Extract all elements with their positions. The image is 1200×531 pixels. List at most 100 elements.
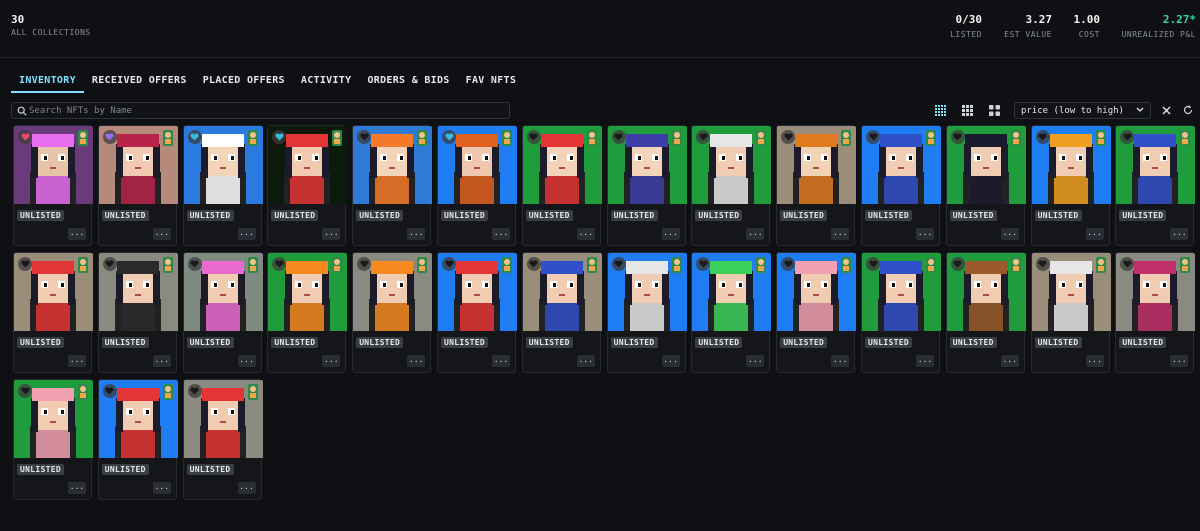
favorite-heart-icon[interactable]	[866, 130, 880, 144]
more-options-button[interactable]: ...	[237, 228, 256, 240]
more-options-button[interactable]: ...	[1085, 355, 1104, 367]
nft-card[interactable]: UNLISTED...	[691, 125, 772, 246]
tab-orders-bids[interactable]: ORDERS & BIDS	[359, 73, 457, 93]
more-options-button[interactable]: ...	[831, 355, 850, 367]
nft-card[interactable]: UNLISTED...	[352, 125, 433, 246]
more-options-button[interactable]: ...	[1170, 355, 1189, 367]
more-options-button[interactable]: ...	[407, 355, 426, 367]
nft-card[interactable]: UNLISTED...	[1030, 252, 1111, 373]
nft-card[interactable]: UNLISTED...	[861, 252, 941, 373]
favorite-heart-icon[interactable]	[611, 130, 626, 144]
nft-card[interactable]: UNLISTED...	[945, 125, 1026, 246]
favorite-heart-icon[interactable]	[950, 130, 965, 144]
more-options-button[interactable]: ...	[407, 228, 426, 240]
more-options-button[interactable]: ...	[322, 228, 341, 240]
favorite-heart-icon[interactable]	[102, 130, 117, 144]
more-options-button[interactable]: ...	[661, 228, 680, 240]
favorite-heart-icon[interactable]	[526, 257, 541, 271]
favorite-heart-icon[interactable]	[187, 130, 202, 144]
nft-card[interactable]: UNLISTED...	[267, 125, 348, 246]
more-options-button[interactable]: ...	[237, 355, 256, 367]
status-badge: UNLISTED	[949, 337, 997, 348]
tab-inventory[interactable]: INVENTORY	[11, 73, 84, 93]
nft-card[interactable]: UNLISTED...	[521, 125, 602, 246]
nft-card[interactable]: UNLISTED...	[945, 252, 1026, 373]
more-options-button[interactable]: ...	[1000, 228, 1019, 240]
nft-card[interactable]: UNLISTED...	[352, 252, 433, 373]
nft-card[interactable]: UNLISTED...	[437, 252, 517, 373]
nft-card[interactable]: UNLISTED...	[13, 252, 93, 373]
more-options-button[interactable]: ...	[492, 228, 510, 240]
tab-fav-nfts[interactable]: FAV NFTS	[458, 73, 525, 93]
nft-card[interactable]: UNLISTED...	[437, 125, 517, 246]
nft-card[interactable]: UNLISTED...	[776, 125, 857, 246]
more-options-button[interactable]: ...	[916, 228, 934, 240]
more-options-button[interactable]: ...	[68, 228, 86, 240]
nft-card[interactable]: UNLISTED...	[97, 379, 178, 500]
nft-card[interactable]: UNLISTED...	[691, 252, 772, 373]
more-options-button[interactable]: ...	[746, 228, 765, 240]
nft-card[interactable]: UNLISTED...	[13, 379, 93, 500]
nft-card[interactable]: UNLISTED...	[182, 125, 263, 246]
nft-card[interactable]: UNLISTED...	[97, 125, 178, 246]
nft-card[interactable]: UNLISTED...	[1115, 252, 1196, 373]
more-options-button[interactable]: ...	[152, 482, 171, 494]
tab-received-offers[interactable]: RECEIVED OFFERS	[84, 73, 195, 93]
favorite-heart-icon[interactable]	[611, 257, 626, 271]
favorite-heart-icon[interactable]	[18, 130, 32, 144]
nft-card[interactable]: UNLISTED...	[267, 252, 348, 373]
favorite-heart-icon[interactable]	[442, 257, 456, 271]
more-options-button[interactable]: ...	[576, 228, 595, 240]
nft-card[interactable]: UNLISTED...	[182, 252, 263, 373]
more-options-button[interactable]: ...	[1000, 355, 1019, 367]
nft-card[interactable]: UNLISTED...	[1115, 125, 1196, 246]
grid-large-view-button[interactable]	[987, 103, 1001, 117]
grid-medium-view-button[interactable]	[960, 103, 974, 117]
collection-badge-icon	[332, 130, 343, 146]
more-options-button[interactable]: ...	[68, 355, 86, 367]
tab-activity[interactable]: ACTIVITY	[293, 73, 360, 93]
more-options-button[interactable]: ...	[237, 482, 256, 494]
nft-card[interactable]: UNLISTED...	[521, 252, 602, 373]
nft-card[interactable]: UNLISTED...	[182, 379, 263, 500]
favorite-heart-icon[interactable]	[1035, 130, 1050, 144]
more-options-button[interactable]: ...	[1170, 228, 1189, 240]
favorite-heart-icon[interactable]	[526, 130, 541, 144]
more-options-button[interactable]: ...	[492, 355, 510, 367]
more-options-button[interactable]: ...	[322, 355, 341, 367]
more-options-button[interactable]: ...	[831, 228, 850, 240]
search-input[interactable]	[29, 105, 499, 116]
status-badge: UNLISTED	[695, 337, 743, 348]
more-options-button[interactable]: ...	[68, 482, 86, 494]
nft-card[interactable]: UNLISTED...	[776, 252, 857, 373]
favorite-heart-icon[interactable]	[187, 384, 202, 398]
nft-card[interactable]: UNLISTED...	[13, 125, 93, 246]
favorite-heart-icon[interactable]	[950, 257, 965, 271]
more-options-button[interactable]: ...	[152, 228, 171, 240]
favorite-heart-icon[interactable]	[442, 130, 456, 144]
favorite-heart-icon[interactable]	[866, 257, 880, 271]
more-options-button[interactable]: ...	[746, 355, 765, 367]
favorite-heart-icon[interactable]	[1035, 257, 1050, 271]
more-options-button[interactable]: ...	[152, 355, 171, 367]
favorite-heart-icon[interactable]	[102, 257, 117, 271]
favorite-heart-icon[interactable]	[18, 257, 32, 271]
favorite-heart-icon[interactable]	[18, 384, 32, 398]
sort-select[interactable]: price (low to high)	[1014, 102, 1151, 119]
grid-dense-view-button[interactable]	[933, 103, 947, 117]
refresh-button[interactable]	[1181, 103, 1195, 117]
more-options-button[interactable]: ...	[576, 355, 595, 367]
clear-button[interactable]	[1159, 103, 1173, 117]
nft-card[interactable]: UNLISTED...	[606, 125, 687, 246]
tab-placed-offers[interactable]: PLACED OFFERS	[195, 73, 293, 93]
nft-card[interactable]: UNLISTED...	[97, 252, 178, 373]
favorite-heart-icon[interactable]	[102, 384, 117, 398]
more-options-button[interactable]: ...	[661, 355, 680, 367]
more-options-button[interactable]: ...	[916, 355, 934, 367]
more-options-button[interactable]: ...	[1085, 228, 1104, 240]
nft-card[interactable]: UNLISTED...	[606, 252, 687, 373]
nft-card[interactable]: UNLISTED...	[861, 125, 941, 246]
favorite-heart-icon[interactable]	[187, 257, 202, 271]
nft-card[interactable]: UNLISTED...	[1030, 125, 1111, 246]
status-badge: UNLISTED	[865, 210, 912, 221]
